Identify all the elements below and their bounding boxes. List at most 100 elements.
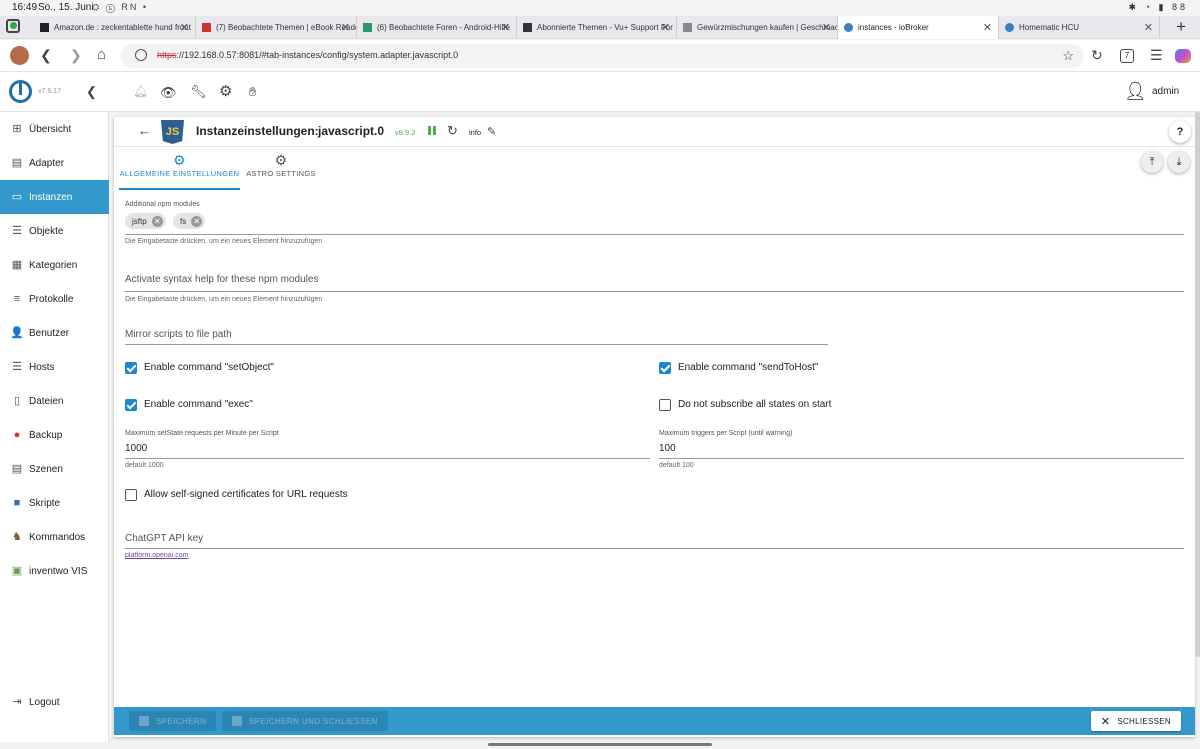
page-title: Instanzeinstellungen:	[196, 124, 319, 138]
setobject-checkbox[interactable]	[125, 362, 137, 374]
tab-switcher-icon[interactable]	[6, 19, 20, 33]
no-subscribe-checkbox[interactable]	[659, 399, 671, 411]
grid-icon: ⊞	[12, 123, 22, 135]
sidebar-item-inventwo-vis[interactable]: ▣ inventwo VIS	[0, 554, 109, 588]
expert-mode-icon[interactable]: ✋︎	[249, 84, 256, 100]
browser-tab[interactable]: (6) Beobachtete Foren - Android-Hilfe ✕	[357, 16, 517, 39]
help-icon[interactable]: ?	[1169, 121, 1191, 143]
npm-modules-input[interactable]	[125, 234, 1184, 235]
browser-tab[interactable]: Gewürzmischungen kaufen | Geschmack ✕	[677, 16, 838, 39]
profile-avatar[interactable]	[10, 46, 29, 65]
save-close-button[interactable]: SPEICHERN UND SCHLIESSEN	[222, 711, 388, 731]
tab-favicon-icon	[844, 23, 853, 32]
wrench-icon[interactable]: 🔧︎	[190, 84, 207, 100]
sidebar-item-dateien[interactable]: ▯ Dateien	[0, 384, 109, 418]
clock: 16:49	[12, 2, 38, 13]
sidebar-item-kategorien[interactable]: ▦ Kategorien	[0, 248, 109, 282]
exec-label: Enable command "exec"	[144, 399, 253, 410]
setstate-helper: default 1000	[125, 462, 164, 469]
gesture-bar[interactable]	[488, 743, 712, 746]
sidebar-item-adapter[interactable]: ▤ Adapter	[0, 146, 109, 180]
reload-icon[interactable]: ↻	[1091, 48, 1103, 62]
triggers-input[interactable]: 100	[659, 443, 676, 454]
sidebar-item-benutzer[interactable]: 👤 Benutzer	[0, 316, 109, 350]
self-signed-checkbox[interactable]	[125, 489, 137, 501]
sidebar-item-szenen[interactable]: ▤ Szenen	[0, 452, 109, 486]
categories-icon: ▦	[11, 259, 23, 271]
new-tab-button[interactable]: +	[1176, 17, 1186, 37]
pause-icon[interactable]	[433, 126, 436, 135]
npm-chip-fs[interactable]: fs ✕	[173, 213, 206, 229]
bookmark-star-icon[interactable]: ☆	[1062, 48, 1074, 64]
user-name[interactable]: admin	[1152, 86, 1179, 97]
setstate-input[interactable]: 1000	[125, 443, 147, 454]
npm-chip-jsftp[interactable]: jsftp ✕	[125, 213, 166, 229]
back-icon[interactable]: ❮	[40, 48, 52, 62]
tab-allgemeine-einstellungen[interactable]: ⚙ ALLGEMEINE EINSTELLUNGEN	[119, 148, 240, 190]
tab-astro-settings[interactable]: ⚙ ASTRO SETTINGS	[245, 148, 317, 190]
menu-icon[interactable]: ☰	[1150, 48, 1163, 62]
edit-pencil-icon[interactable]: ✎	[487, 125, 496, 138]
chip-remove-icon[interactable]: ✕	[191, 215, 203, 227]
save-button[interactable]: SPEICHERN	[129, 711, 217, 731]
download-icon[interactable]: ⤓	[1168, 151, 1190, 173]
tab-close-icon[interactable]: ✕	[180, 21, 189, 34]
sidebar-item-instanzen[interactable]: ▭ Instanzen	[0, 180, 109, 214]
pause-icon[interactable]	[428, 126, 431, 135]
user-icon[interactable]: 👤︎	[1124, 81, 1147, 102]
browser-tab-active[interactable]: instances - ioBroker ✕	[838, 16, 999, 39]
sidebar-item-backup[interactable]: ● Backup	[0, 418, 109, 452]
vis-icon: ▣	[11, 565, 23, 577]
site-info-icon[interactable]	[135, 49, 147, 61]
url-text: https://192.168.0.57:8081/#tab-instances…	[157, 50, 459, 60]
sidebar-item-uebersicht[interactable]: ⊞ Übersicht	[0, 112, 109, 146]
tab-close-icon[interactable]: ✕	[341, 21, 350, 34]
tab-close-icon[interactable]: ✕	[1144, 21, 1153, 34]
instance-info-label: info	[469, 128, 482, 137]
tab-close-icon[interactable]: ✕	[983, 21, 992, 34]
tab-count-button[interactable]: 7	[1120, 49, 1134, 63]
tab-close-icon[interactable]: ✕	[661, 21, 670, 34]
settings-gear-icon[interactable]: ⚙	[219, 82, 232, 100]
chatgpt-key-input[interactable]: ChatGPT API key	[125, 533, 203, 544]
store-icon: ▤	[11, 157, 23, 169]
sidebar-item-kommandos[interactable]: ♞ Kommandos	[0, 520, 109, 554]
sendtohost-checkbox[interactable]	[659, 362, 671, 374]
tab-close-icon[interactable]: ✕	[501, 21, 510, 34]
chip-remove-icon[interactable]: ✕	[151, 215, 163, 227]
collapse-sidebar-icon[interactable]: ❮	[86, 84, 97, 100]
eye-icon[interactable]: 👁︎	[160, 85, 177, 101]
chatgpt-key-underline	[125, 548, 1184, 549]
browser-tab[interactable]: Amazon.de : zeckentablette hund front ✕	[34, 16, 196, 39]
restart-icon[interactable]: ↻	[447, 123, 458, 139]
tab-close-icon[interactable]: ✕	[822, 21, 831, 34]
sidebar-item-objekte[interactable]: ☰ Objekte	[0, 214, 109, 248]
sidebar-item-skripte[interactable]: ■ Skripte	[0, 486, 109, 520]
exec-checkbox[interactable]	[125, 399, 137, 411]
upload-icon[interactable]: ⤒	[1141, 151, 1163, 173]
hosts-icon: ☰	[12, 361, 22, 373]
log-icon: ≡	[13, 293, 21, 305]
back-arrow-icon[interactable]: ←	[138, 123, 151, 138]
app-header: v7.6.17 ❮ 🔔︎ 👁︎ 🔧︎ ⚙ ✋︎ 👤︎ admin	[0, 72, 1200, 112]
mirror-path-input[interactable]: Mirror scripts to file path	[125, 329, 232, 340]
address-bar[interactable]: https://192.168.0.57:8081/#tab-instances…	[121, 44, 1084, 68]
forward-icon[interactable]: ❯	[70, 48, 82, 62]
settings-tabs: ⚙ ALLGEMEINE EINSTELLUNGEN ⚙ ASTRO SETTI…	[114, 148, 1195, 190]
close-button[interactable]: ✕ SCHLIESSEN	[1090, 711, 1181, 731]
copilot-icon[interactable]	[1175, 49, 1191, 63]
syntax-helper-text: Die Eingabetaste drücken, um ein neues E…	[125, 296, 323, 303]
sidebar-item-protokolle[interactable]: ≡ Protokolle	[0, 282, 109, 316]
home-icon[interactable]: ⌂	[97, 47, 106, 62]
browser-tab[interactable]: (7) Beobachtete Themen | eBook Reader ✕	[196, 16, 357, 39]
notifications-icon[interactable]: 🔔︎	[133, 84, 148, 98]
triggers-label: Maximum triggers per Script (until warni…	[659, 430, 793, 437]
sidebar-item-hosts[interactable]: ☰ Hosts	[0, 350, 109, 384]
logout-button[interactable]: ⇥ Logout	[0, 685, 109, 719]
browser-tab[interactable]: Homematic HCU ✕	[999, 16, 1160, 39]
scripts-icon: ■	[13, 497, 21, 509]
page-scrollbar[interactable]	[1195, 112, 1200, 657]
openai-link[interactable]: platform.openai.com	[125, 552, 188, 559]
browser-tab[interactable]: Abonnierte Themen - Vu+ Support For ✕	[517, 16, 677, 39]
syntax-help-input[interactable]: Activate syntax help for these npm modul…	[125, 274, 318, 285]
